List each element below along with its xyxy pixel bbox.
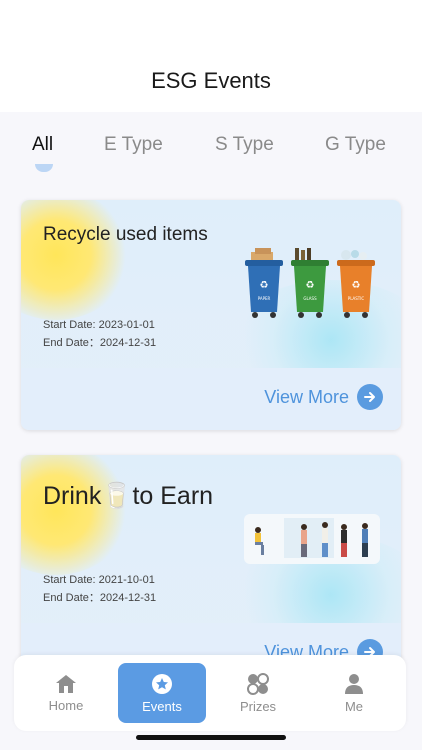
event-card-drink[interactable]: Drink🥛to Earn Start Date: 2021-10-01 End… [21,455,401,685]
event-end-date: End Date：2024-12-31 [43,592,157,604]
bin-label-plastic: PLASTIC [348,296,365,301]
tab-active-indicator [35,164,53,172]
event-end-date: End Date：2024-12-31 [43,337,157,349]
tab-e-type[interactable]: E Type [104,134,163,156]
header: ESG Events [0,0,422,112]
person-icon [345,673,363,694]
nav-home[interactable]: Home [22,663,110,723]
page-title: ESG Events [151,68,271,93]
card-footer: View More [21,368,401,430]
svg-text:♻: ♻ [352,280,361,291]
event-title: Drink🥛to Earn [43,482,214,510]
nav-me[interactable]: Me [310,663,398,723]
bin-label-paper: PAPER [258,296,271,301]
svg-text:♻: ♻ [306,280,315,291]
nav-prizes[interactable]: Prizes [214,663,302,723]
tab-all[interactable]: All [32,134,53,156]
svg-text:♻: ♻ [260,280,269,291]
bottom-nav: Home Events Prizes Me [14,655,406,731]
recycle-bins-illustration: ♻ PAPER ♻ GLASS ♻ PLASTIC [245,248,375,318]
tab-bar: All E Type S Type G Type [0,112,422,176]
tab-g-type[interactable]: G Type [325,134,386,156]
event-start-date: Start Date: 2021-10-01 [43,574,155,586]
star-icon [152,673,172,694]
tab-s-type[interactable]: S Type [215,134,274,156]
home-indicator [136,735,286,740]
view-more-button[interactable]: View More [264,384,383,410]
event-title: Recycle used items [43,224,208,245]
view-more-label: View More [264,386,349,407]
nav-prizes-label: Prizes [239,698,277,714]
sun-decoration [21,455,131,575]
bin-label-glass: GLASS [303,296,317,301]
people-illustration [244,514,380,564]
prizes-icon [247,672,269,695]
arrow-right-icon [357,384,383,410]
nav-events-label: Events [142,698,182,714]
nav-me-label: Me [344,698,364,714]
event-start-date: Start Date: 2023-01-01 [43,319,155,331]
sun-decoration [21,200,131,320]
home-icon [56,674,76,693]
event-card-recycle[interactable]: Recycle used items ♻ PAPER ♻ GLASS ♻ PLA… [21,200,401,430]
nav-events[interactable]: Events [118,663,206,723]
nav-home-label: Home [48,697,84,713]
